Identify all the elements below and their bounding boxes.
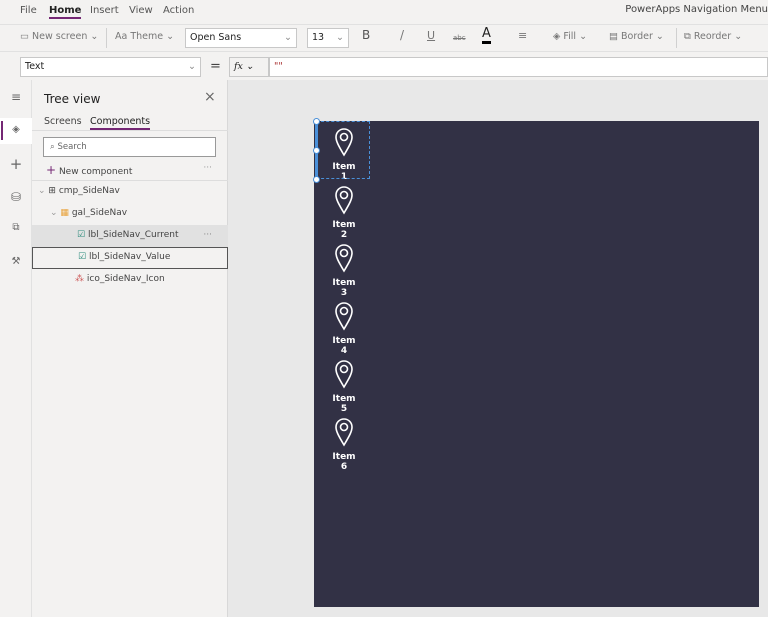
resize-handle[interactable] [313,118,320,125]
database-icon[interactable]: ⛁ [8,190,24,204]
fx-button[interactable]: fx ⌄ [229,57,269,77]
location-pin-icon [335,302,353,331]
tree-node-gal-sidenav[interactable]: ⌄ ▦ gal_SideNav [32,203,228,225]
icons-icon: ⁂ [75,274,84,284]
divider [676,28,677,48]
align-icon[interactable]: ≡ [518,29,527,42]
chevron-down-icon: ⌄ [284,32,292,43]
resize-handle[interactable] [313,147,320,154]
font-color-button[interactable]: A [482,27,491,44]
search-icon: ⌕ [50,142,55,152]
location-pin-icon [335,418,353,447]
nav-item-label: Item 5 [332,394,356,414]
nav-item[interactable]: Item 2 [328,185,360,240]
fill-button[interactable]: ◈ Fill ⌄ [553,31,587,42]
font-size-select[interactable]: 13 ⌄ [307,28,349,48]
location-pin-icon [335,244,353,273]
property-select[interactable]: Text ⌄ [20,57,201,77]
tab-components[interactable]: Components [90,116,151,130]
close-icon[interactable]: × [204,89,216,105]
chevron-down-icon: ⌄ [38,186,46,196]
reorder-icon: ⧉ [684,31,691,42]
menu-view[interactable]: View [129,5,153,16]
plus-icon[interactable]: + [8,155,24,173]
component-icon: ⊞ [48,186,56,196]
formula-bar: Text ⌄ = fx ⌄ "" [0,51,768,80]
new-component-button[interactable]: + New component ··· [32,158,228,180]
theme-icon: Aa [115,31,128,42]
label-icon: ☑ [78,252,87,262]
panel-title: Tree view [44,92,101,106]
tree-node-lbl-sidenav-current[interactable]: ☑ lbl_SideNav_Current ··· [32,225,228,247]
underline-button[interactable]: U [427,29,435,42]
tools-icon[interactable]: ⚒ [8,256,24,267]
theme-button[interactable]: Aa Theme ⌄ [115,31,174,42]
more-options-icon[interactable]: ··· [203,230,212,240]
plus-icon: + [46,163,57,177]
chevron-down-icon: ⌄ [50,208,58,218]
resize-handle[interactable] [313,176,320,183]
hamburger-menu-icon[interactable]: ≡ [8,90,24,104]
nav-item[interactable]: Item 4 [328,301,360,356]
location-pin-icon [335,360,353,389]
gallery-icon: ▦ [60,208,69,218]
formula-input[interactable]: "" [269,57,768,77]
equals-sign: = [210,59,221,74]
component-canvas[interactable]: Item 1 Item 2 Item 3 Item 4 Item 5 Item 6 [314,121,759,607]
border-icon: ▤ [609,31,618,42]
tree-node-cmp-sidenav[interactable]: ⌄ ⊞ cmp_SideNav [32,181,228,203]
menu-insert[interactable]: Insert [90,5,119,16]
divider [106,28,107,48]
fill-icon: ◈ [553,31,561,42]
menu-file[interactable]: File [20,5,37,16]
nav-item-label: Item 4 [332,336,356,356]
nav-item-label: Item 6 [332,452,356,472]
new-screen-button[interactable]: ▭ New screen ⌄ [20,31,98,42]
chevron-down-icon: ⌄ [188,61,196,72]
label-icon: ☑ [77,230,86,240]
search-input[interactable]: ⌕ Search [43,137,216,157]
app-title: PowerApps Navigation Menu [625,4,768,15]
left-rail: ≡ ◈ + ⛁ ⧉ ⚒ [0,80,32,617]
nav-item[interactable]: Item 5 [328,359,360,414]
tree-node-lbl-sidenav-value[interactable]: ☑ lbl_SideNav_Value [32,247,228,269]
media-icon[interactable]: ⧉ [8,222,24,233]
menu-bar: File Home Insert View Action PowerApps N… [0,0,768,24]
more-options-icon[interactable]: ··· [203,163,212,173]
strikethrough-button[interactable]: abc [453,34,466,42]
nav-item[interactable]: Item 3 [328,243,360,298]
nav-item[interactable]: Item 6 [328,417,360,472]
ribbon: ▭ New screen ⌄ Aa Theme ⌄ Open Sans ⌄ 13 ⌄… [0,24,768,51]
nav-item-label: Item 2 [332,220,356,240]
menu-home[interactable]: Home [49,5,82,19]
nav-item-label: Item 3 [332,278,356,298]
screen-icon: ▭ [20,31,29,42]
selection-box [316,121,370,179]
reorder-button[interactable]: ⧉ Reorder ⌄ [684,31,742,42]
font-select[interactable]: Open Sans ⌄ [185,28,297,48]
location-pin-icon [335,186,353,215]
layers-icon[interactable]: ◈ [8,124,24,135]
tree-node-ico-sidenav-icon[interactable]: ⁂ ico_SideNav_Icon [32,269,228,291]
border-button[interactable]: ▤ Border ⌄ [609,31,664,42]
italic-button[interactable]: / [400,28,404,42]
bold-button[interactable]: B [362,28,370,42]
chevron-down-icon: ⌄ [336,32,344,43]
tab-screens[interactable]: Screens [44,116,82,127]
tree-view-panel: Tree view × Screens Components ⌕ Search … [32,80,228,617]
menu-action[interactable]: Action [163,5,194,16]
